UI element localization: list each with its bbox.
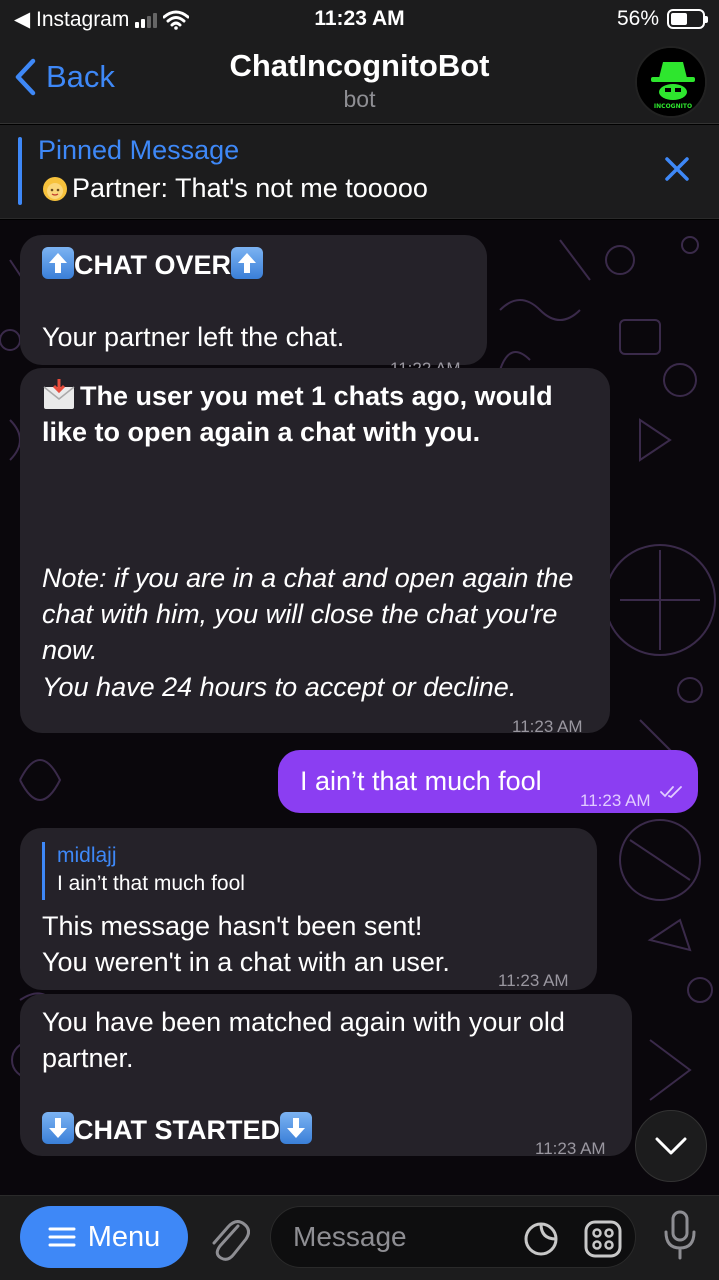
message-time: 11:23 AM (535, 1139, 606, 1158)
message-placeholder: Message (293, 1221, 407, 1252)
menu-button[interactable]: Menu (20, 1206, 188, 1268)
menu-icon (48, 1227, 76, 1247)
double-check-icon (660, 786, 682, 799)
battery-icon (667, 9, 708, 29)
reopen-deadline: You have 24 hours to accept or decline. (42, 672, 517, 702)
pinned-indicator (18, 137, 22, 205)
nav-bar: Back ChatIncognitoBot bot INCOGNITO (0, 40, 719, 124)
pinned-title: Pinned Message (38, 135, 240, 165)
message-chat-started[interactable]: You have been matched again with your ol… (20, 994, 632, 1158)
message-time: 11:23 AM (512, 717, 583, 736)
chat-area[interactable]: CHAT OVER Your partner left the chat. 11… (0, 220, 719, 1195)
clock: 11:23 AM (314, 7, 405, 30)
chat-started-title: CHAT STARTED (42, 1112, 312, 1148)
paperclip-icon[interactable] (206, 1212, 250, 1262)
chat-title[interactable]: ChatIncognitoBot (0, 48, 719, 84)
arrow-down-icon (279, 1112, 312, 1144)
chat-over-title: CHAT OVER (42, 247, 264, 283)
message-reopen-request[interactable]: The user you met 1 chats ago, would like… (20, 368, 610, 736)
close-icon[interactable] (663, 155, 691, 183)
chat-started-label: CHAT STARTED (74, 1115, 280, 1145)
reply-author: midlajj (57, 844, 117, 867)
pinned-text-value: Partner: That's not me tooooo (72, 173, 428, 203)
outgoing-text: I ain’t that much fool (300, 766, 542, 796)
message-input[interactable]: Message (270, 1206, 636, 1268)
reply-quote[interactable]: midlajj I ain’t that much fool (42, 842, 245, 900)
arrow-up-icon (42, 247, 74, 279)
not-sent-line2: You weren't in a chat with an user. (42, 947, 450, 977)
chat-over-label: CHAT OVER (74, 250, 232, 280)
matched-text: You have been matched again with your ol… (42, 1007, 565, 1073)
arrow-down-icon (42, 1112, 74, 1144)
message-time: 11:23 AM (580, 791, 651, 810)
not-sent-line1: This message hasn't been sent! (42, 911, 423, 941)
pinned-text: Partner: That's not me tooooo (38, 173, 428, 204)
reopen-title: The user you met 1 chats ago, would like… (42, 378, 597, 450)
scroll-down-button[interactable] (635, 1110, 707, 1182)
message-outgoing[interactable]: I ain’t that much fool 11:23 AM (278, 750, 698, 813)
pinned-message[interactable]: Pinned Message Partner: That's not me to… (0, 125, 719, 219)
bot-commands-icon[interactable] (583, 1219, 623, 1259)
input-bar: Menu Message (0, 1195, 719, 1280)
chevron-down-icon (655, 1137, 687, 1155)
reply-snippet: I ain’t that much fool (57, 872, 245, 895)
girl-emoji-icon (43, 177, 67, 201)
message-not-sent[interactable]: midlajj I ain’t that much fool This mess… (20, 828, 597, 990)
arrow-up-icon (231, 247, 264, 279)
svg-text:INCOGNITO: INCOGNITO (654, 103, 692, 110)
menu-label[interactable]: Menu (88, 1221, 161, 1254)
reopen-note: Note: if you are in a chat and open agai… (42, 563, 574, 665)
reopen-title-text: The user you met 1 chats ago, would like… (42, 381, 553, 447)
chat-subtitle: bot (343, 86, 376, 112)
message-chat-over[interactable]: CHAT OVER Your partner left the chat. 11… (20, 235, 487, 378)
bot-avatar[interactable]: INCOGNITO (635, 46, 707, 118)
status-bar: ◀ Instagram 11:23 AM 56% (0, 0, 719, 40)
envelope-icon (43, 379, 75, 409)
battery-percent: 56% (616, 7, 659, 30)
sticker-icon[interactable] (523, 1221, 559, 1257)
microphone-icon[interactable] (663, 1210, 697, 1260)
partner-left-text: Your partner left the chat. (42, 322, 345, 352)
